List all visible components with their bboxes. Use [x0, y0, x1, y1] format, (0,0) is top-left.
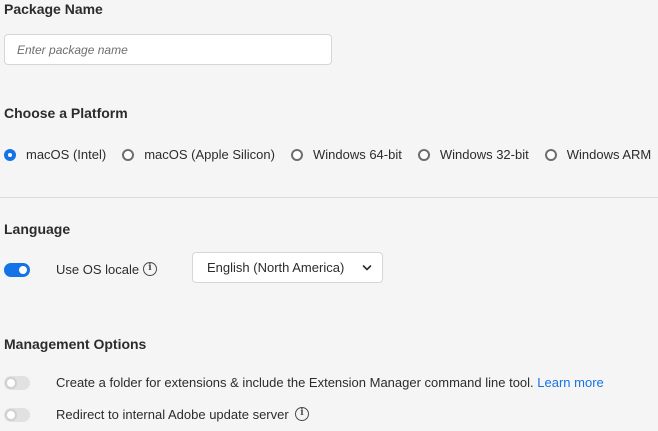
management-options-title: Management Options: [4, 336, 147, 352]
extensions-folder-row: Create a folder for extensions & include…: [56, 375, 604, 390]
radio-unselected-icon[interactable]: [290, 148, 303, 161]
platform-option-windows-64[interactable]: Windows 64-bit: [290, 147, 402, 162]
use-os-locale-toggle[interactable]: [4, 263, 30, 277]
platform-option-macos-apple-silicon[interactable]: macOS (Apple Silicon): [122, 147, 275, 162]
platform-option-windows-32[interactable]: Windows 32-bit: [417, 147, 529, 162]
toggle-knob: [17, 264, 29, 276]
platform-option-label: Windows 64-bit: [312, 147, 402, 162]
platform-option-label: Windows ARM: [566, 147, 652, 162]
section-divider: [0, 197, 658, 198]
info-icon[interactable]: i: [143, 262, 157, 276]
toggle-knob: [5, 377, 17, 389]
package-name-title: Package Name: [4, 1, 103, 17]
choose-platform-title: Choose a Platform: [4, 105, 128, 121]
language-select-value: English (North America): [207, 260, 345, 275]
package-settings-page: Package Name Choose a Platform macOS (In…: [0, 0, 658, 431]
package-name-input[interactable]: [4, 34, 332, 65]
platform-option-label: macOS (Intel): [26, 147, 107, 162]
redirect-update-server-label: Redirect to internal Adobe update server: [56, 407, 289, 422]
toggle-knob: [5, 409, 17, 421]
radio-unselected-icon[interactable]: [122, 148, 135, 161]
platform-option-windows-arm[interactable]: Windows ARM: [544, 147, 652, 162]
info-icon[interactable]: i: [295, 407, 309, 421]
chevron-down-icon: [362, 264, 372, 270]
language-title: Language: [4, 221, 71, 237]
radio-unselected-icon[interactable]: [417, 148, 430, 161]
extensions-folder-toggle[interactable]: [4, 376, 30, 390]
platform-radio-group: macOS (Intel) macOS (Apple Silicon) Wind…: [4, 147, 651, 162]
radio-selected-icon[interactable]: [4, 148, 16, 161]
redirect-update-server-toggle[interactable]: [4, 408, 30, 422]
use-os-locale-label: Use OS locale: [56, 262, 140, 277]
extensions-folder-label: Create a folder for extensions & include…: [56, 375, 534, 390]
platform-option-label: macOS (Apple Silicon): [144, 147, 275, 162]
platform-option-macos-intel[interactable]: macOS (Intel): [4, 147, 106, 162]
language-select[interactable]: English (North America): [192, 252, 383, 283]
radio-unselected-icon[interactable]: [544, 148, 557, 161]
platform-option-label: Windows 32-bit: [439, 147, 529, 162]
learn-more-link[interactable]: Learn more: [537, 375, 603, 390]
